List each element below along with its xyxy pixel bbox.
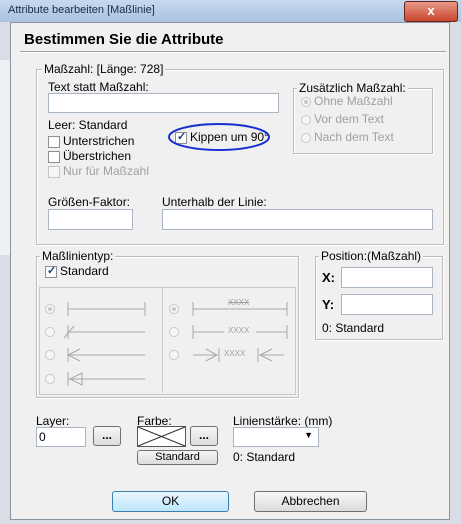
farbe-standard-button[interactable]: Standard <box>137 450 218 465</box>
position-hint: 0: Standard <box>322 321 385 335</box>
linienstaerke-select[interactable]: ▼ <box>233 427 319 447</box>
farbe-browse-button[interactable]: ... <box>190 426 218 446</box>
linetype-preview-arrow-icon <box>66 348 145 362</box>
position-y-input[interactable] <box>341 294 433 315</box>
layer-input[interactable] <box>36 427 86 447</box>
position-x-input[interactable] <box>341 267 433 288</box>
color-preview-icon[interactable] <box>137 426 186 447</box>
y-label: Y: <box>322 297 335 312</box>
x-label: X: <box>322 270 335 285</box>
cancel-button[interactable]: Abbrechen <box>254 491 367 512</box>
linetype-preview-plain-icon <box>67 302 146 316</box>
sample-text-1: XXXX <box>228 298 250 307</box>
linetype-preview-filled-arrow-icon <box>67 372 145 386</box>
layer-browse-button[interactable]: ... <box>93 426 121 446</box>
sample-text-3: XXXX <box>224 349 246 358</box>
layer-label: Layer: <box>36 414 70 428</box>
position-legend: Position:(Maßzahl) <box>319 249 424 263</box>
linetype-preview-slash-icon <box>63 325 145 339</box>
linienstaerke-hint: 0: Standard <box>233 450 296 464</box>
ok-button[interactable]: OK <box>112 491 229 512</box>
linienstaerke-label: Linienstärke: (mm) <box>233 414 333 428</box>
chevron-down-icon: ▼ <box>304 430 313 440</box>
sample-text-2: XXXX <box>228 326 250 335</box>
